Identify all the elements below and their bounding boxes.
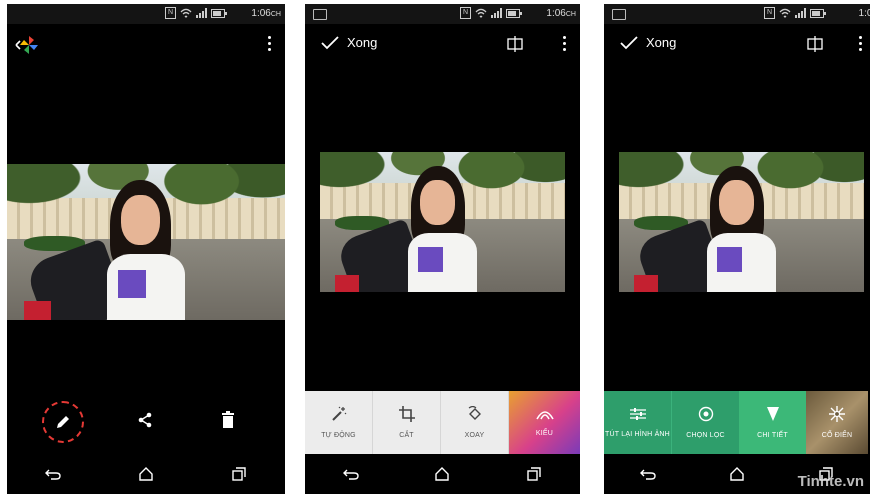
magic-wand-icon — [331, 406, 346, 421]
share-icon — [138, 412, 152, 428]
trash-icon — [222, 411, 234, 428]
home-icon — [435, 467, 450, 481]
sliders-icon — [629, 408, 646, 420]
home-icon — [730, 467, 744, 481]
back-arrow-icon — [342, 469, 359, 480]
nfc-icon: N — [764, 7, 775, 19]
editor-top-bar: Xong — [305, 24, 580, 68]
phone-screen-viewer: N 1:06CH — [7, 4, 285, 494]
watermark: Tinhte.vn — [797, 473, 864, 490]
photo-preview — [619, 152, 864, 292]
nfc-icon: N — [460, 7, 471, 19]
battery-icon — [506, 8, 522, 18]
nav-home-button[interactable] — [432, 464, 452, 484]
status-bar: N 1:06CH — [7, 4, 285, 24]
tool-style[interactable]: KIỂU — [509, 391, 580, 454]
system-nav-bar — [7, 454, 285, 494]
signal-icon — [196, 8, 207, 18]
nav-home-button[interactable] — [136, 464, 156, 484]
tool-vintage[interactable]: CỔ ĐIỂN — [806, 391, 868, 454]
status-time: 1:06 — [858, 8, 870, 19]
tool-crop[interactable]: CẮT — [373, 391, 441, 454]
status-icons: N — [165, 7, 227, 19]
status-time: 1:06CH — [546, 8, 576, 19]
more-options-button[interactable] — [859, 36, 862, 54]
photos-pinwheel-icon — [15, 36, 38, 54]
system-nav-bar — [305, 454, 580, 494]
tool-selective[interactable]: CHỌN LỌC — [671, 391, 739, 454]
back-arrow-icon — [640, 469, 657, 480]
checkmark-icon — [321, 35, 339, 49]
phone-screen-editor-filters: N 1:06 Xong TÚT LẠI HÌNH ẢNH CHỌN LỌC — [604, 4, 870, 494]
nfc-icon: N — [165, 7, 176, 19]
signal-icon — [795, 8, 806, 18]
rotate-icon — [468, 406, 481, 420]
tool-details[interactable]: CHI TIẾT — [739, 391, 806, 454]
more-options-button[interactable] — [563, 36, 566, 54]
compare-button[interactable] — [506, 36, 524, 52]
crop-icon — [398, 406, 415, 422]
status-bar: N 1:06 — [604, 4, 870, 24]
nav-recent-button[interactable] — [229, 464, 249, 484]
nav-recent-button[interactable] — [524, 464, 544, 484]
recent-apps-icon — [527, 467, 541, 481]
compare-icon — [807, 36, 823, 52]
nav-home-button[interactable] — [727, 464, 747, 484]
nav-back-button[interactable] — [43, 464, 63, 484]
status-icons: N — [764, 7, 826, 19]
compare-button[interactable] — [806, 36, 824, 52]
nav-back-button[interactable] — [638, 464, 658, 484]
photo — [7, 164, 285, 320]
target-icon — [698, 406, 713, 422]
wifi-icon — [779, 8, 791, 18]
status-bar: N 1:06CH — [305, 4, 580, 24]
edit-button[interactable] — [42, 401, 84, 443]
tool-rotate[interactable]: XOAY — [441, 391, 509, 454]
pencil-icon — [57, 416, 69, 428]
recent-apps-icon — [231, 467, 246, 481]
wifi-icon — [180, 8, 192, 18]
editor-tools-bar: TỰ ĐỘNG CẮT XOAY KIỂU — [305, 391, 580, 454]
triangle-icon — [766, 407, 779, 421]
home-icon — [139, 467, 153, 481]
sparkle-icon — [829, 406, 845, 422]
rainbow-icon — [535, 411, 554, 420]
filter-tools-bar: TÚT LẠI HÌNH ẢNH CHỌN LỌC CHI TIẾT CỔ ĐI… — [604, 391, 868, 454]
delete-button[interactable] — [221, 411, 235, 434]
photo-preview — [320, 152, 565, 292]
phone-screen-editor-tools: N 1:06CH Xong TỰ ĐỘNG CẮT XOAY KIỂU — [305, 4, 580, 494]
photo-actions-bar — [7, 398, 285, 454]
status-icons: N — [460, 7, 522, 19]
back-arrow-icon — [45, 469, 62, 480]
compare-icon — [507, 36, 523, 52]
notification-image-icon — [612, 9, 626, 20]
top-bar — [7, 24, 285, 68]
status-time: 1:06CH — [251, 8, 281, 19]
checkmark-icon — [620, 35, 638, 49]
done-button[interactable]: Xong — [321, 35, 377, 50]
wifi-icon — [475, 8, 487, 18]
signal-icon — [491, 8, 502, 18]
editor-top-bar: Xong — [604, 24, 870, 68]
tool-tune-image[interactable]: TÚT LẠI HÌNH ẢNH — [604, 391, 671, 454]
share-button[interactable] — [137, 412, 153, 433]
more-options-button[interactable] — [268, 36, 271, 54]
battery-icon — [810, 8, 826, 18]
nav-back-button[interactable] — [341, 464, 361, 484]
tool-auto[interactable]: TỰ ĐỘNG — [305, 391, 373, 454]
done-label: Xong — [646, 35, 677, 50]
done-button[interactable]: Xong — [620, 35, 676, 50]
notification-image-icon — [313, 9, 327, 20]
battery-icon — [211, 8, 227, 18]
back-button[interactable] — [13, 34, 39, 61]
done-label: Xong — [347, 35, 378, 50]
